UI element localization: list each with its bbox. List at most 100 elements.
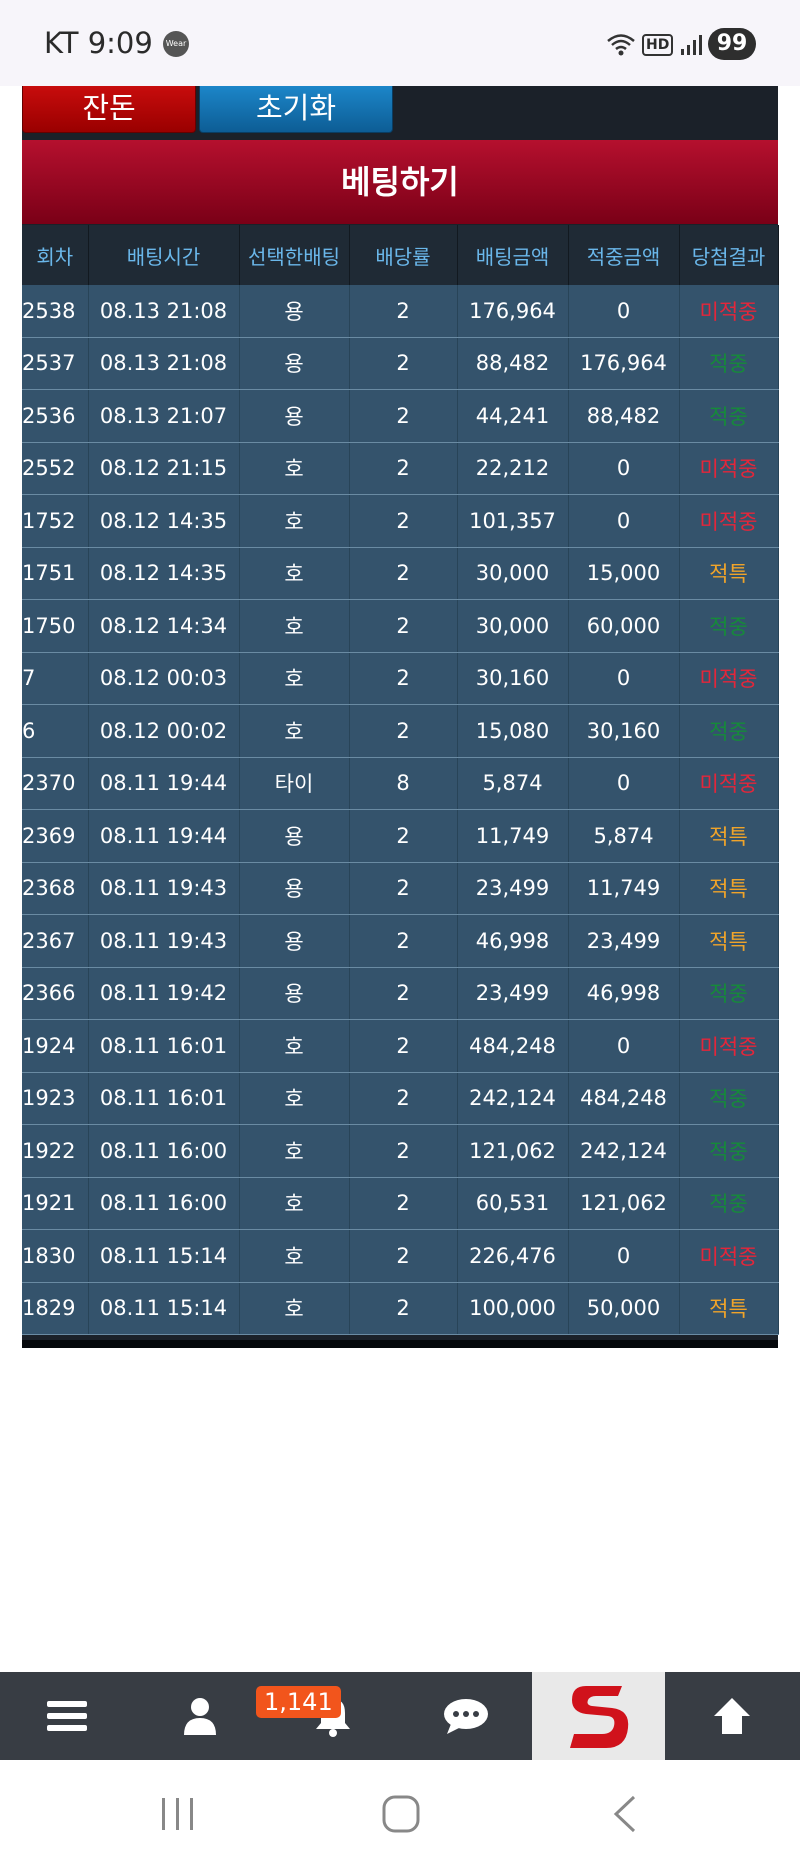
cell-selected-bet: 호 bbox=[239, 1229, 350, 1283]
cell-bet-amount: 30,160 bbox=[457, 652, 569, 705]
table-row: 2370 08.11 19:44 타이 8 5,874 0 미적중 bbox=[22, 757, 779, 810]
table-row: 2537 08.13 21:08 용 2 88,482 176,964 적중 bbox=[22, 337, 779, 390]
table-row: 1924 08.11 16:01 호 2 484,248 0 미적중 bbox=[22, 1019, 779, 1073]
status-icons: HD bbox=[606, 30, 705, 60]
cell-payout: 50,000 bbox=[568, 1282, 680, 1335]
cell-round: 1922 bbox=[22, 1124, 89, 1178]
recent-apps-icon[interactable] bbox=[158, 1796, 198, 1832]
cell-bet-time: 08.13 21:08 bbox=[88, 285, 240, 338]
cell-round: 1830 bbox=[22, 1229, 89, 1283]
cell-payout: 0 bbox=[568, 285, 680, 338]
cell-bet-time: 08.12 14:34 bbox=[88, 599, 240, 653]
logo-icon bbox=[569, 1686, 628, 1748]
cell-selected-bet: 호 bbox=[239, 1124, 350, 1178]
cell-bet-amount: 88,482 bbox=[457, 337, 569, 390]
reset-button[interactable]: 초기화 bbox=[199, 86, 393, 133]
cell-selected-bet: 호 bbox=[239, 442, 350, 495]
menu-button[interactable] bbox=[0, 1672, 133, 1760]
profile-button[interactable] bbox=[133, 1672, 266, 1760]
cell-round: 2536 bbox=[22, 389, 89, 443]
table-row: 1752 08.12 14:35 호 2 101,357 0 미적중 bbox=[22, 494, 779, 548]
header-bet-time: 배팅시간 bbox=[88, 225, 240, 285]
cell-bet-amount: 242,124 bbox=[457, 1072, 569, 1125]
cell-result: 적중 bbox=[679, 337, 779, 390]
cell-round: 1923 bbox=[22, 1072, 89, 1125]
cell-round: 7 bbox=[22, 652, 89, 705]
cell-selected-bet: 용 bbox=[239, 389, 350, 443]
hd-icon: HD bbox=[642, 34, 674, 56]
cell-round: 2538 bbox=[22, 285, 89, 338]
cell-payout: 121,062 bbox=[568, 1177, 680, 1230]
cell-result: 적중 bbox=[679, 1072, 779, 1125]
cell-bet-amount: 100,000 bbox=[457, 1282, 569, 1335]
back-icon[interactable] bbox=[610, 1794, 640, 1834]
cell-result: 미적중 bbox=[679, 757, 779, 810]
header-result: 당첨결과 bbox=[679, 225, 779, 285]
cell-bet-time: 08.12 14:35 bbox=[88, 494, 240, 548]
cell-payout: 242,124 bbox=[568, 1124, 680, 1178]
home-icon[interactable] bbox=[381, 1794, 421, 1834]
cell-bet-amount: 23,499 bbox=[457, 967, 569, 1020]
cell-round: 6 bbox=[22, 704, 89, 758]
cell-selected-bet: 호 bbox=[239, 1177, 350, 1230]
cell-selected-bet: 호 bbox=[239, 1072, 350, 1125]
chat-icon bbox=[443, 1699, 488, 1734]
cell-bet-amount: 60,531 bbox=[457, 1177, 569, 1230]
balance-button[interactable]: 잔돈 bbox=[22, 86, 196, 133]
cell-payout: 15,000 bbox=[568, 547, 680, 600]
table-row: 2538 08.13 21:08 용 2 176,964 0 미적중 bbox=[22, 285, 779, 338]
table-row: 1829 08.11 15:14 호 2 100,000 50,000 적특 bbox=[22, 1282, 779, 1335]
cell-round: 1751 bbox=[22, 547, 89, 600]
arrow-up-icon bbox=[713, 1698, 750, 1734]
chat-button[interactable] bbox=[399, 1672, 532, 1760]
carrier-time: KT 9:09 bbox=[44, 26, 153, 60]
cell-selected-bet: 용 bbox=[239, 862, 350, 915]
cell-bet-time: 08.12 14:35 bbox=[88, 547, 240, 600]
cell-round: 2369 bbox=[22, 809, 89, 863]
cell-round: 1750 bbox=[22, 599, 89, 653]
table-row: 7 08.12 00:03 호 2 30,160 0 미적중 bbox=[22, 652, 779, 705]
cell-round: 1921 bbox=[22, 1177, 89, 1230]
cell-result: 미적중 bbox=[679, 442, 779, 495]
cell-result: 미적중 bbox=[679, 652, 779, 705]
cell-selected-bet: 호 bbox=[239, 1019, 350, 1073]
betting-history-table: 회차 배팅시간 선택한배팅 배당률 배팅금액 적중금액 당첨결과 2538 08.… bbox=[22, 225, 779, 1335]
cell-selected-bet: 용 bbox=[239, 914, 350, 968]
cell-payout: 30,160 bbox=[568, 704, 680, 758]
cell-bet-amount: 121,062 bbox=[457, 1124, 569, 1178]
cell-round: 2537 bbox=[22, 337, 89, 390]
cell-round: 2367 bbox=[22, 914, 89, 968]
cell-bet-time: 08.11 16:00 bbox=[88, 1177, 240, 1230]
cell-odds: 2 bbox=[349, 967, 458, 1020]
cell-odds: 2 bbox=[349, 652, 458, 705]
page-title: 베팅하기 bbox=[22, 140, 778, 224]
cell-selected-bet: 용 bbox=[239, 809, 350, 863]
wear-icon: Wear bbox=[163, 31, 189, 57]
cell-bet-time: 08.12 00:03 bbox=[88, 652, 240, 705]
cell-odds: 2 bbox=[349, 809, 458, 863]
cell-bet-amount: 22,212 bbox=[457, 442, 569, 495]
cell-result: 미적중 bbox=[679, 1229, 779, 1283]
cell-bet-amount: 30,000 bbox=[457, 547, 569, 600]
cell-odds: 2 bbox=[349, 389, 458, 443]
scroll-top-button[interactable] bbox=[665, 1672, 798, 1760]
cell-bet-time: 08.13 21:07 bbox=[88, 389, 240, 443]
site-logo[interactable] bbox=[532, 1672, 665, 1760]
cell-bet-time: 08.11 19:42 bbox=[88, 967, 240, 1020]
cell-result: 적중 bbox=[679, 704, 779, 758]
cell-payout: 0 bbox=[568, 757, 680, 810]
cell-payout: 0 bbox=[568, 494, 680, 548]
cell-payout: 0 bbox=[568, 442, 680, 495]
cell-bet-amount: 176,964 bbox=[457, 285, 569, 338]
cell-bet-time: 08.11 19:43 bbox=[88, 914, 240, 968]
cell-result: 미적중 bbox=[679, 285, 779, 338]
table-row: 2552 08.12 21:15 호 2 22,212 0 미적중 bbox=[22, 442, 779, 495]
cell-payout: 11,749 bbox=[568, 862, 680, 915]
cell-result: 적특 bbox=[679, 547, 779, 600]
cell-bet-time: 08.11 16:01 bbox=[88, 1072, 240, 1125]
cell-odds: 2 bbox=[349, 1072, 458, 1125]
cell-round: 2370 bbox=[22, 757, 89, 810]
table-row: 6 08.12 00:02 호 2 15,080 30,160 적중 bbox=[22, 704, 779, 758]
table-row: 2536 08.13 21:07 용 2 44,241 88,482 적중 bbox=[22, 389, 779, 443]
cell-selected-bet: 호 bbox=[239, 599, 350, 653]
